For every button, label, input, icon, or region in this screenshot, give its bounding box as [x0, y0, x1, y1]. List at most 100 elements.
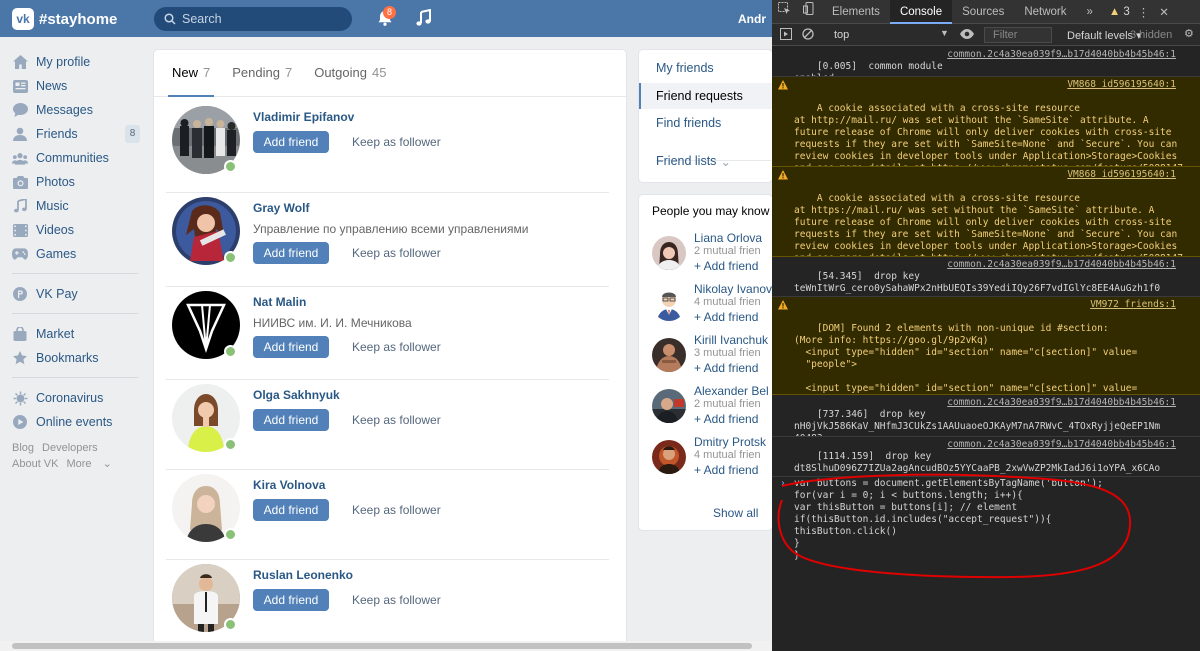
console-filter-input[interactable]: Filter — [984, 27, 1052, 43]
people-you-may-know-card: People you may know Liana Orlova 2 mutua… — [639, 195, 772, 530]
friend-name[interactable]: Kira Volnova — [253, 478, 325, 492]
close-icon[interactable]: ✕ — [1159, 5, 1169, 19]
friend-name[interactable]: Ruslan Leonenko — [253, 568, 353, 582]
sidebar-item-friends[interactable]: Friends 8 — [0, 122, 150, 146]
console-text: A cookie associated with a cross-site re… — [794, 193, 1183, 256]
code-line: for(var i = 0; i < buttons.length; i++){ — [794, 490, 1023, 501]
suggestion-name[interactable]: Liana Orlova — [694, 231, 762, 245]
footer-link-more[interactable]: More ⌄ — [66, 458, 119, 470]
menu-friend-lists[interactable]: Friend lists ⌄ — [639, 148, 772, 174]
sidebar-item-news[interactable]: News — [0, 74, 150, 98]
footer-link-about[interactable]: About VK — [12, 458, 58, 470]
avatar[interactable] — [652, 440, 686, 474]
warning-icon: ▲ — [1108, 5, 1121, 18]
console-source-link[interactable]: common.2c4a30ea039f9…b17d4040bb4b45b46:1 — [947, 397, 1176, 409]
sidebar-item-photos[interactable]: Photos — [0, 170, 150, 194]
sidebar-item-messages[interactable]: Messages — [0, 98, 150, 122]
tab-sources[interactable]: Sources — [952, 0, 1014, 24]
sidebar-item-music[interactable]: Music — [0, 194, 150, 218]
tab-new[interactable]: New 7 — [167, 49, 215, 97]
sidebar-toggle-icon[interactable] — [780, 28, 792, 43]
eye-icon[interactable] — [960, 28, 974, 43]
suggestion-add-friend-link[interactable]: + Add friend — [694, 259, 758, 273]
console-text: [737.346] drop key nH0jVkJ586KaV_NHfmJ3C… — [794, 409, 1161, 436]
add-friend-button[interactable]: Add friend — [253, 589, 329, 611]
chevron-down-icon: ⌄ — [720, 154, 731, 169]
sidebar-item-online-events[interactable]: Online events — [0, 410, 150, 434]
console-source-link[interactable]: common.2c4a30ea039f9…b17d4040bb4b45b46:1 — [947, 49, 1176, 61]
add-friend-button[interactable]: Add friend — [253, 409, 329, 431]
console-source-link[interactable]: common.2c4a30ea039f9…b17d4040bb4b45b46:1 — [947, 259, 1176, 271]
friend-name[interactable]: Olga Sakhnyuk — [253, 388, 340, 402]
scrollbar-thumb[interactable] — [12, 643, 752, 649]
sidebar-item-bookmarks[interactable]: Bookmarks — [0, 346, 150, 370]
avatar[interactable] — [652, 287, 686, 321]
avatar[interactable] — [652, 389, 686, 423]
tab-elements[interactable]: Elements — [822, 0, 890, 24]
context-selector[interactable]: top — [834, 29, 849, 41]
friend-name[interactable]: Vladimir Epifanov — [253, 110, 354, 124]
suggestion-name[interactable]: Dmitry Protsk — [694, 435, 766, 449]
sidebar-item-vk-pay[interactable]: VK Pay — [0, 282, 150, 306]
devtools-panel: Elements Console Sources Network » ▲ 3 ⋮ … — [772, 0, 1200, 651]
footer-link-blog[interactable]: Blog — [12, 442, 34, 454]
suggestion-add-friend-link[interactable]: + Add friend — [694, 463, 758, 477]
sidebar-item-games[interactable]: Games — [0, 242, 150, 266]
suggestion-add-friend-link[interactable]: + Add friend — [694, 412, 758, 426]
suggestion-name[interactable]: Nikolay Ivanov — [694, 282, 772, 296]
tab-overflow[interactable]: » — [1077, 0, 1103, 24]
tab-outgoing[interactable]: Outgoing 45 — [314, 49, 386, 96]
menu-friend-requests[interactable]: Friend requests — [639, 83, 772, 109]
avatar[interactable] — [652, 338, 686, 372]
avatar[interactable] — [652, 236, 686, 270]
suggestion-add-friend-link[interactable]: + Add friend — [694, 310, 758, 324]
footer-link-developers[interactable]: Developers — [42, 442, 98, 454]
menu-my-friends[interactable]: My friends — [639, 55, 772, 81]
show-all-link[interactable]: Show all — [713, 506, 758, 520]
music-player-icon[interactable] — [416, 8, 432, 30]
keep-as-follower-link[interactable]: Keep as follower — [352, 246, 441, 260]
add-friend-button[interactable]: Add friend — [253, 131, 329, 153]
tab-network[interactable]: Network — [1014, 0, 1076, 24]
warnings-counter[interactable]: ▲ 3 — [1109, 6, 1130, 18]
sidebar-item-my-profile[interactable]: My profile — [0, 50, 150, 74]
sidebar-item-coronavirus[interactable]: Coronavirus — [0, 386, 150, 410]
menu-find-friends[interactable]: Find friends — [639, 110, 772, 136]
sidebar-item-market[interactable]: Market — [0, 322, 150, 346]
keep-as-follower-link[interactable]: Keep as follower — [352, 593, 441, 607]
console-source-link[interactable]: VM868 id596195640:1 — [1067, 169, 1176, 181]
suggestion-name[interactable]: Alexander Bel — [694, 384, 769, 398]
online-indicator — [224, 618, 237, 631]
search-input[interactable] — [182, 12, 332, 26]
keep-as-follower-link[interactable]: Keep as follower — [352, 413, 441, 427]
search-box[interactable] — [154, 7, 352, 31]
tab-console[interactable]: Console — [889, 0, 953, 24]
sidebar-item-communities[interactable]: Communities — [0, 146, 150, 170]
add-friend-button[interactable]: Add friend — [253, 336, 329, 358]
vk-logo[interactable]: vk #stayhome — [12, 8, 117, 30]
suggestion-name[interactable]: Kirill Ivanchuk — [694, 333, 768, 347]
logo-text: #stayhome — [39, 10, 118, 28]
friends-count-badge: 8 — [125, 125, 140, 143]
friend-name[interactable]: Nat Malin — [253, 295, 306, 309]
clear-console-icon[interactable] — [802, 28, 814, 43]
keep-as-follower-link[interactable]: Keep as follower — [352, 503, 441, 517]
more-options-icon[interactable]: ⋮ — [1138, 5, 1150, 19]
horizontal-scrollbar[interactable] — [0, 641, 772, 651]
friend-name[interactable]: Gray Wolf — [253, 201, 309, 215]
suggestion-add-friend-link[interactable]: + Add friend — [694, 361, 758, 375]
console-source-link[interactable]: common.2c4a30ea039f9…b17d4040bb4b45b46:1 — [947, 439, 1176, 451]
add-friend-button[interactable]: Add friend — [253, 242, 329, 264]
keep-as-follower-link[interactable]: Keep as follower — [352, 135, 441, 149]
device-toolbar-icon[interactable] — [797, 0, 822, 24]
console-input[interactable]: var buttons = document.getElementsByTagN… — [772, 478, 1200, 562]
user-name[interactable]: Andr — [738, 12, 766, 26]
tab-pending[interactable]: Pending 7 — [232, 49, 292, 96]
keep-as-follower-link[interactable]: Keep as follower — [352, 340, 441, 354]
add-friend-button[interactable]: Add friend — [253, 499, 329, 521]
inspect-element-icon[interactable] — [772, 0, 797, 24]
settings-gear-icon[interactable]: ⚙ — [1184, 27, 1194, 40]
sidebar-item-videos[interactable]: Videos — [0, 218, 150, 242]
console-source-link[interactable]: VM868 id596195640:1 — [1067, 79, 1176, 91]
console-source-link[interactable]: VM972 friends:1 — [1090, 299, 1176, 311]
